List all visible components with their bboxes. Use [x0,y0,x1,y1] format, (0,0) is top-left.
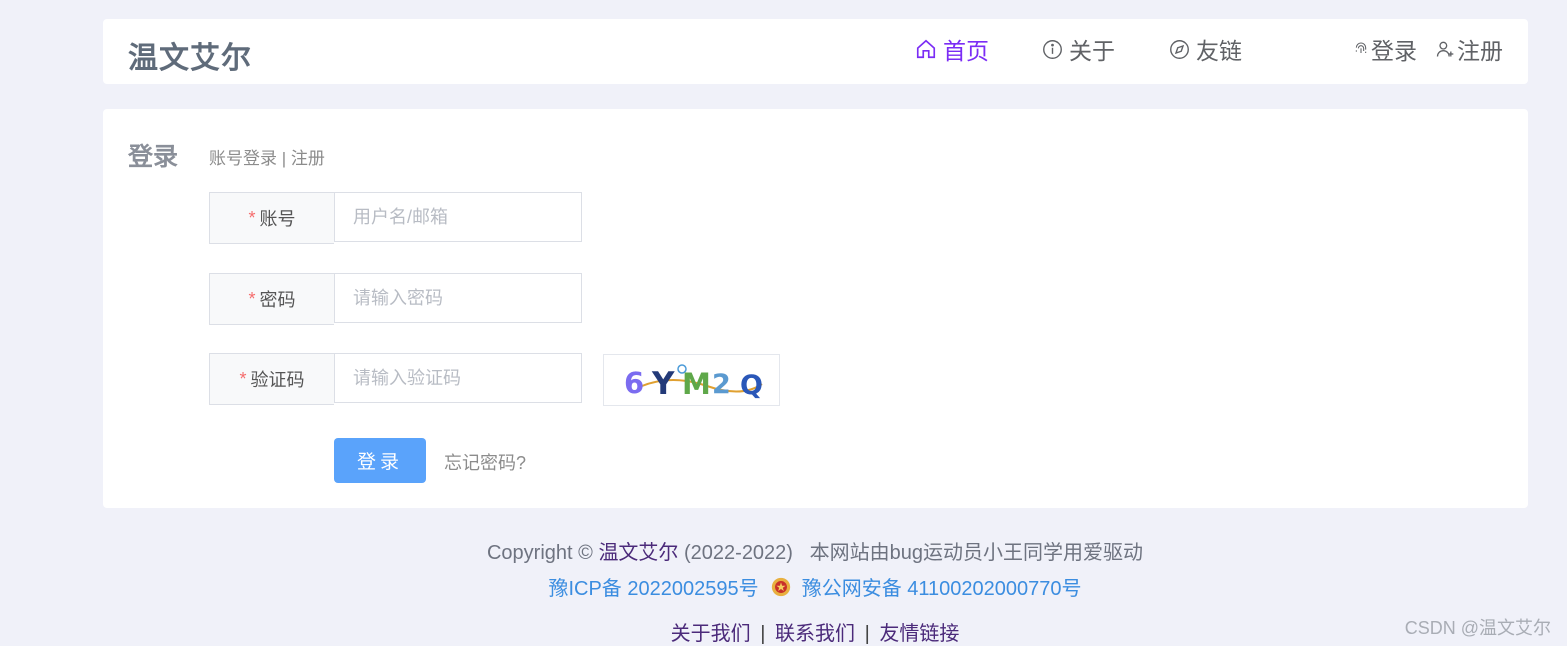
captcha-label-text: 验证码 [250,370,305,390]
account-input[interactable] [334,192,582,242]
footer-links: 关于我们 | 联系我们 | 友情链接 [0,617,1567,646]
nav-home[interactable]: 首页 [915,33,989,65]
captcha-char-2: Y [651,366,675,400]
header-register-label: 注册 [1457,38,1503,64]
captcha-image[interactable]: 6 Y M 2 Q [603,354,780,406]
login-card: 登录 账号登录 | 注册 * 账号 * 密码 * 验证码 6 Y M [103,109,1528,508]
nav-about-label: 关于 [1069,38,1115,64]
password-label-text: 密码 [259,290,296,310]
police-record-link[interactable]: 豫公网安备 41100202000770号 [802,578,1082,600]
footer-separator: | [864,623,870,645]
subtitle-separator: | [281,149,287,168]
user-add-icon [1436,41,1454,57]
contact-us-link[interactable]: 联系我们 [775,623,855,645]
home-icon [916,39,936,59]
login-button[interactable]: 登录 [334,438,426,483]
required-mark: * [248,207,256,228]
account-label-text: 账号 [259,209,296,229]
captcha-graphic: 6 Y M 2 Q [624,364,763,400]
footer-records: 豫ICP备 2022002595号 豫公网安备 41100202000770号 [0,572,1567,601]
nav-about[interactable]: 关于 [1042,33,1115,65]
header-login-label: 登录 [1371,38,1417,64]
site-logo[interactable]: 温文艾尔 [128,33,252,77]
header-login[interactable]: 登录 [1353,33,1417,65]
password-input[interactable] [334,273,582,323]
copyright-brand-link[interactable]: 温文艾尔 [598,542,678,564]
captcha-input[interactable] [334,353,582,403]
captcha-char-3: M [682,367,711,400]
register-link[interactable]: 注册 [291,149,325,168]
captcha-row: * 验证码 [209,353,582,405]
account-login-link[interactable]: 账号登录 [209,149,277,168]
account-label: * 账号 [209,192,334,244]
footer-separator: | [760,623,766,645]
account-row: * 账号 [209,192,582,244]
fingerprint-icon [1355,42,1367,53]
icp-record-link[interactable]: 豫ICP备 2022002595号 [548,578,758,600]
nav-home-label: 首页 [943,38,989,64]
info-icon [1043,39,1062,59]
captcha-char-5: Q [740,370,763,400]
top-header: 温文艾尔 首页 关于 友链 登录 注册 [103,19,1528,84]
header-register[interactable]: 注册 [1435,33,1503,65]
captcha-label: * 验证码 [209,353,334,405]
friend-links-link[interactable]: 友情链接 [879,623,959,645]
nav-links-label: 友链 [1196,38,1242,64]
nav-links[interactable]: 友链 [1169,33,1242,65]
copyright-years: (2022-2022) [684,542,793,564]
required-mark: * [239,368,247,389]
csdn-watermark: CSDN @温文艾尔 [1404,618,1551,638]
powered-by-text: 本网站由bug运动员小王同学用爱驱动 [809,542,1144,564]
footer-copyright: Copyright © 温文艾尔 (2022-2022) 本网站由bug运动员小… [0,536,1567,565]
required-mark: * [248,288,256,309]
captcha-char-4: 2 [712,369,731,400]
login-title: 登录 [128,143,179,171]
login-subtitle: 账号登录 | 注册 [209,144,325,169]
police-badge-icon [772,577,791,597]
password-label: * 密码 [209,273,334,325]
about-us-link[interactable]: 关于我们 [671,623,751,645]
password-row: * 密码 [209,273,582,325]
copyright-prefix: Copyright © [486,542,593,564]
compass-icon [1170,39,1189,59]
captcha-char-1: 6 [624,366,644,400]
forgot-password-link[interactable]: 忘记密码? [444,449,526,475]
